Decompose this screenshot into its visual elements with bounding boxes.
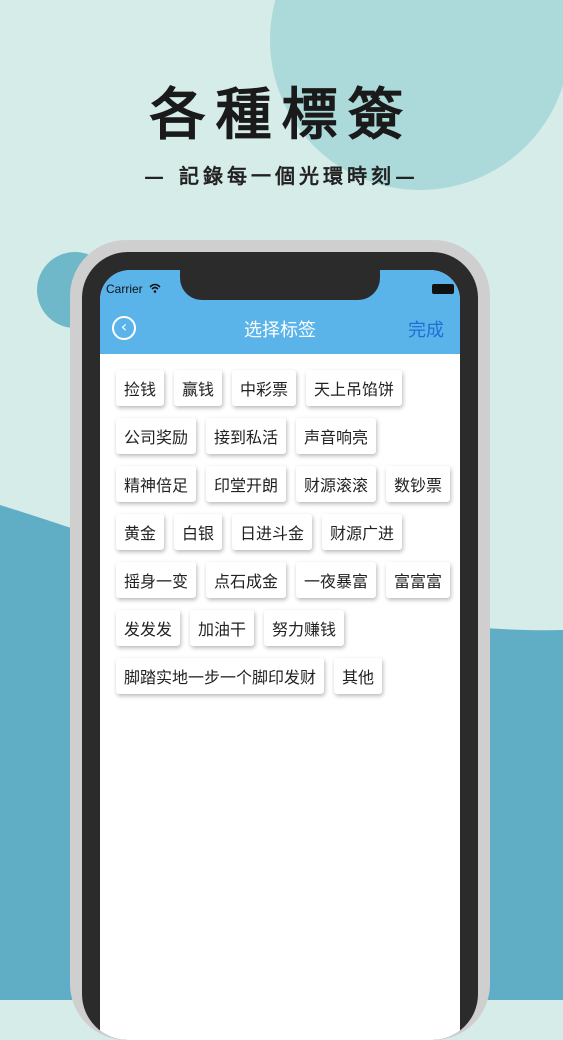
tag-row: 捡钱 赢钱 中彩票 天上吊馅饼 [116, 370, 446, 406]
tag-row: 公司奖励 接到私活 声音响亮 [116, 418, 446, 454]
phone-frame: Carrier ‹ 选择标签 完成 捡钱 赢钱 中彩票 天上吊馅饼 公司奖励 接到私活 声音… [70, 240, 490, 1040]
tag-chip[interactable]: 天上吊馅饼 [306, 370, 403, 406]
battery-icon [432, 284, 454, 294]
carrier-label: Carrier [106, 282, 143, 296]
tag-chip[interactable]: 赢钱 [174, 370, 223, 406]
tag-chip[interactable]: 脚踏实地一步一个脚印发财 [116, 658, 325, 694]
tag-row: 脚踏实地一步一个脚印发财 其他 [116, 658, 446, 694]
tag-chip[interactable]: 印堂开朗 [206, 466, 287, 502]
phone-bezel: Carrier ‹ 选择标签 完成 捡钱 赢钱 中彩票 天上吊馅饼 公司奖励 接到私活 声音… [82, 252, 478, 1040]
tag-chip[interactable]: 点石成金 [206, 562, 287, 598]
tag-chip[interactable]: 捡钱 [116, 370, 165, 406]
tag-chip[interactable]: 精神倍足 [116, 466, 197, 502]
hero-title: 各種標簽 [149, 82, 414, 148]
tag-row: 摇身一变 点石成金 一夜暴富 富富富 [116, 562, 451, 598]
page-title: 选择标签 [244, 320, 316, 341]
status-carrier: Carrier [106, 282, 161, 296]
tag-chip[interactable]: 公司奖励 [116, 418, 197, 454]
tag-list: 捡钱 赢钱 中彩票 天上吊馅饼 公司奖励 接到私活 声音响亮 精神倍足 印堂开朗 财源滚滚 数钞票黄… [116, 370, 451, 706]
tag-chip[interactable]: 数钞票 [386, 466, 451, 502]
tag-chip[interactable]: 富富富 [386, 562, 451, 598]
tag-chip[interactable]: 一夜暴富 [296, 562, 377, 598]
tag-chip[interactable]: 财源广进 [322, 514, 403, 550]
tag-chip[interactable]: 其他 [334, 658, 383, 694]
tag-chip[interactable]: 黄金 [116, 514, 165, 550]
done-button[interactable]: 完成 [408, 316, 444, 342]
navigation-bar: Carrier ‹ 选择标签 完成 [100, 270, 460, 354]
hero-subtitle: — 記錄每一個光環時刻— [144, 164, 419, 188]
tag-chip[interactable]: 接到私活 [206, 418, 287, 454]
tag-chip[interactable]: 摇身一变 [116, 562, 197, 598]
tag-chip[interactable]: 努力赚钱 [264, 610, 345, 646]
tag-chip[interactable]: 白银 [174, 514, 223, 550]
tag-chip[interactable]: 发发发 [116, 610, 181, 646]
tag-row: 精神倍足 印堂开朗 财源滚滚 数钞票 [116, 466, 451, 502]
tag-row: 发发发 加油干 努力赚钱 [116, 610, 446, 646]
tag-chip[interactable]: 加油干 [190, 610, 255, 646]
tag-chip[interactable]: 声音响亮 [296, 418, 377, 454]
phone-notch [180, 270, 380, 300]
wifi-icon [149, 283, 161, 296]
tag-chip[interactable]: 财源滚滚 [296, 466, 377, 502]
tag-chip[interactable]: 日进斗金 [232, 514, 313, 550]
phone-screen: Carrier ‹ 选择标签 完成 捡钱 赢钱 中彩票 天上吊馅饼 公司奖励 接到私活 声音… [100, 270, 460, 1040]
tag-chip[interactable]: 中彩票 [232, 370, 297, 406]
tag-row: 黄金 白银 日进斗金 财源广进 [116, 514, 446, 550]
